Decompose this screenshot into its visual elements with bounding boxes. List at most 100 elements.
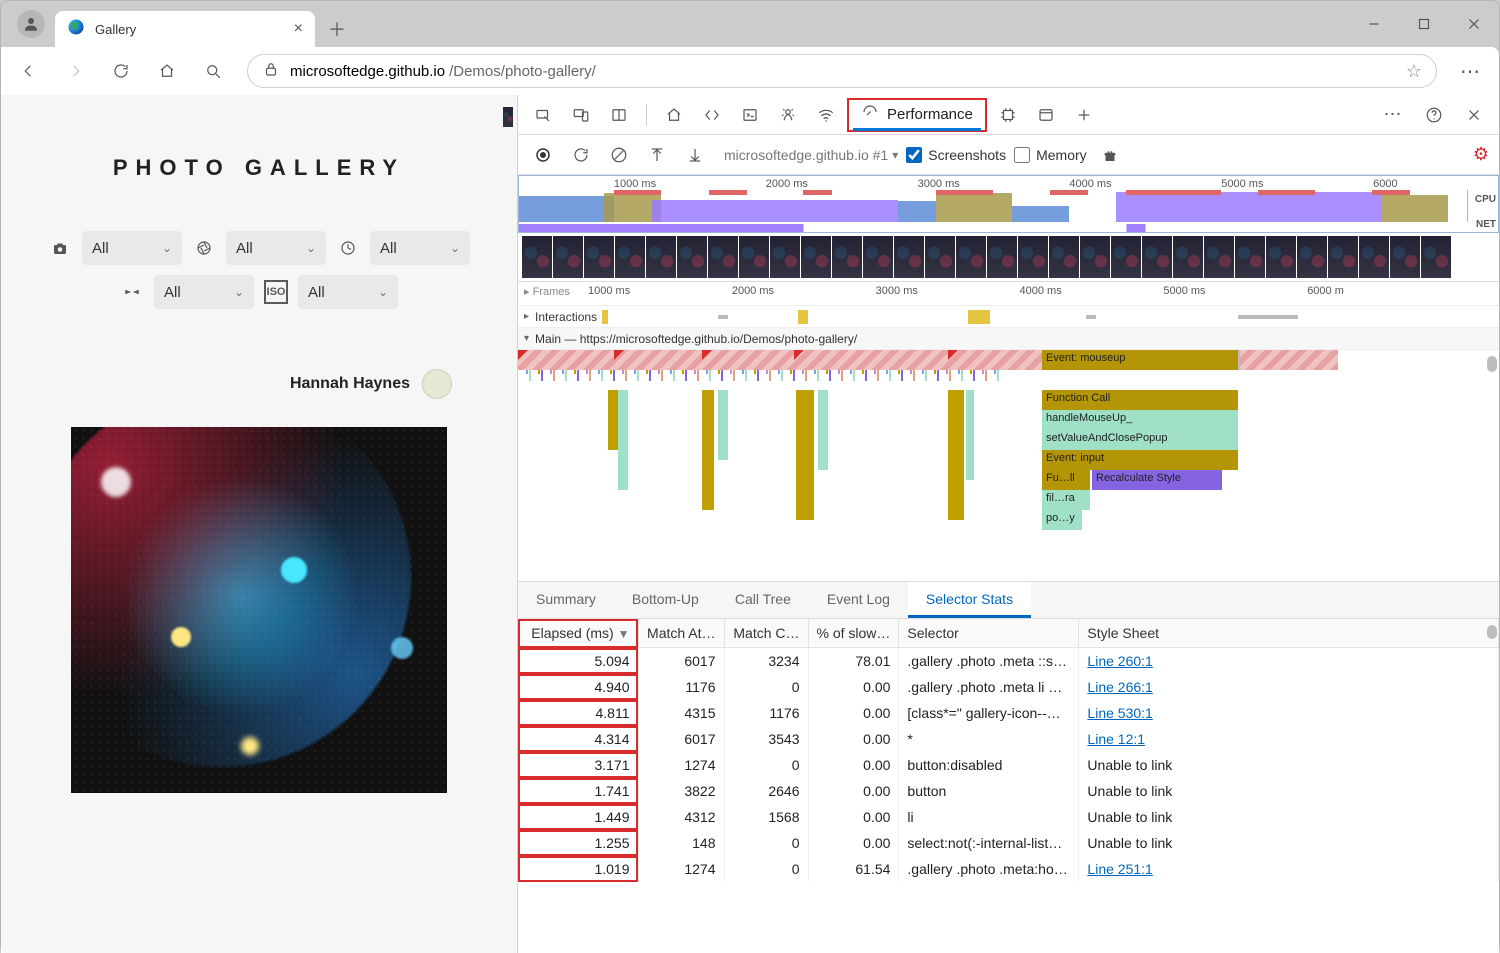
screenshot-thumb[interactable] [1018, 236, 1048, 278]
filter-aperture-select[interactable]: All⌄ [226, 231, 326, 265]
screenshots-checkbox[interactable]: Screenshots [906, 147, 1006, 163]
clear-button[interactable] [604, 140, 634, 170]
panel-performance-active[interactable]: Performance [847, 98, 987, 132]
screenshot-thumb[interactable] [801, 236, 831, 278]
stylesheet-link[interactable]: Line 260:1 [1087, 653, 1152, 669]
table-row[interactable]: 3.171127400.00button:disabledUnable to l… [518, 752, 1499, 778]
screenshot-thumb[interactable] [615, 236, 645, 278]
screenshot-thumb[interactable] [522, 236, 552, 278]
table-row[interactable]: 1.449431215680.00liUnable to link [518, 804, 1499, 830]
stylesheet-link[interactable]: Line 251:1 [1087, 861, 1152, 877]
browser-more-button[interactable]: ⋯ [1451, 51, 1491, 91]
screenshot-thumb[interactable] [646, 236, 676, 278]
devtools-more-button[interactable]: ⋯ [1377, 104, 1411, 125]
back-button[interactable] [9, 51, 49, 91]
profile-button[interactable] [17, 10, 45, 38]
add-panel-button[interactable] [1067, 98, 1101, 132]
record-target[interactable]: microsoftedge.github.io #1▾ [724, 147, 898, 163]
download-profile-button[interactable] [680, 140, 710, 170]
inspect-icon[interactable] [526, 98, 560, 132]
devtools-close-button[interactable] [1457, 98, 1491, 132]
search-button[interactable] [193, 51, 233, 91]
screenshot-thumb[interactable] [1204, 236, 1234, 278]
col-attempts[interactable]: Match At… [638, 619, 724, 648]
screenshot-filmstrip[interactable] [518, 233, 1499, 281]
screenshot-thumb[interactable] [1235, 236, 1265, 278]
upload-profile-button[interactable] [642, 140, 672, 170]
filter-exposure-select[interactable]: All⌄ [370, 231, 470, 265]
screenshot-thumb[interactable] [956, 236, 986, 278]
screenshot-thumb[interactable] [863, 236, 893, 278]
forward-button[interactable] [55, 51, 95, 91]
screenshot-thumb[interactable] [1080, 236, 1110, 278]
screenshot-thumb[interactable] [1328, 236, 1358, 278]
screenshot-thumb[interactable] [584, 236, 614, 278]
tab-event-log[interactable]: Event Log [809, 582, 908, 618]
panel-welcome-icon[interactable] [657, 98, 691, 132]
col-stylesheet[interactable]: Style Sheet [1079, 619, 1499, 648]
panel-sources-icon[interactable] [771, 98, 805, 132]
stats-scrollbar[interactable] [1487, 625, 1497, 639]
page-scrollbar[interactable] [503, 101, 513, 948]
screenshot-thumb[interactable] [1421, 236, 1451, 278]
panel-memory-icon[interactable] [991, 98, 1025, 132]
screenshot-thumb[interactable] [1111, 236, 1141, 278]
filter-focal-select[interactable]: All⌄ [154, 275, 254, 309]
table-row[interactable]: 1.0191274061.54.gallery .photo .meta:ho…… [518, 856, 1499, 882]
screenshot-thumb[interactable] [708, 236, 738, 278]
panel-network-icon[interactable] [809, 98, 843, 132]
memory-checkbox[interactable]: Memory [1014, 147, 1087, 163]
flame-chart-area[interactable]: ▸ Frames 1000 ms2000 ms3000 ms4000 ms500… [518, 281, 1499, 581]
filter-iso-select[interactable]: All⌄ [298, 275, 398, 309]
screenshot-thumb[interactable] [553, 236, 583, 278]
stylesheet-link[interactable]: Line 266:1 [1087, 679, 1152, 695]
maximize-button[interactable] [1399, 1, 1449, 47]
flame-chart[interactable]: Task Event: mouseup Function Call handle… [518, 350, 1499, 581]
panel-application-icon[interactable] [1029, 98, 1063, 132]
favorite-icon[interactable]: ☆ [1406, 61, 1422, 82]
tab-call-tree[interactable]: Call Tree [717, 582, 809, 618]
flame-scrollbar[interactable] [1487, 356, 1497, 372]
close-window-button[interactable] [1449, 1, 1499, 47]
screenshot-thumb[interactable] [925, 236, 955, 278]
new-tab-button[interactable]: ＋ [319, 11, 355, 47]
screenshot-thumb[interactable] [1173, 236, 1203, 278]
reload-record-button[interactable] [566, 140, 596, 170]
devtools-help-button[interactable] [1417, 98, 1451, 132]
screenshot-thumb[interactable] [770, 236, 800, 278]
screenshot-thumb[interactable] [739, 236, 769, 278]
screenshot-thumb[interactable] [1142, 236, 1172, 278]
gc-button[interactable] [1095, 140, 1125, 170]
refresh-button[interactable] [101, 51, 141, 91]
address-bar[interactable]: microsoftedge.github.io/Demos/photo-gall… [247, 54, 1437, 88]
screenshot-thumb[interactable] [894, 236, 924, 278]
panel-console-icon[interactable] [733, 98, 767, 132]
col-count[interactable]: Match C… [724, 619, 808, 648]
timeline-overview[interactable]: 1000 ms2000 ms3000 ms4000 ms5000 ms6000 … [518, 175, 1499, 233]
tab-summary[interactable]: Summary [518, 582, 614, 618]
stylesheet-link[interactable]: Line 12:1 [1087, 731, 1145, 747]
col-pct[interactable]: % of slow… [808, 619, 899, 648]
tab-close-icon[interactable]: × [294, 20, 303, 38]
col-elapsed[interactable]: Elapsed (ms) ▼ [518, 619, 638, 648]
panel-elements-icon[interactable] [695, 98, 729, 132]
minimize-button[interactable] [1349, 1, 1399, 47]
selector-stats-table[interactable]: Elapsed (ms) ▼ Match At… Match C… % of s… [518, 619, 1499, 953]
page-viewport[interactable]: PHOTO GALLERY All⌄ All⌄ All⌄ [1, 95, 517, 953]
tab-selector-stats[interactable]: Selector Stats [908, 582, 1031, 618]
gallery-photo[interactable] [71, 427, 447, 793]
filter-camera-select[interactable]: All⌄ [82, 231, 182, 265]
main-thread-row[interactable]: ▾ Main — https://microsoftedge.github.io… [518, 328, 1499, 350]
screenshot-thumb[interactable] [1297, 236, 1327, 278]
screenshot-thumb[interactable] [987, 236, 1017, 278]
table-row[interactable]: 4.940117600.00.gallery .photo .meta li …… [518, 674, 1499, 700]
screenshot-thumb[interactable] [832, 236, 862, 278]
browser-tab[interactable]: Gallery × [55, 11, 315, 47]
screenshot-thumb[interactable] [1359, 236, 1389, 278]
record-button[interactable] [528, 140, 558, 170]
interactions-row[interactable]: ▸ Interactions [518, 306, 1499, 328]
screenshot-thumb[interactable] [1266, 236, 1296, 278]
dock-icon[interactable] [602, 98, 636, 132]
home-button[interactable] [147, 51, 187, 91]
table-row[interactable]: 4.811431511760.00[class*=" gallery-icon-… [518, 700, 1499, 726]
